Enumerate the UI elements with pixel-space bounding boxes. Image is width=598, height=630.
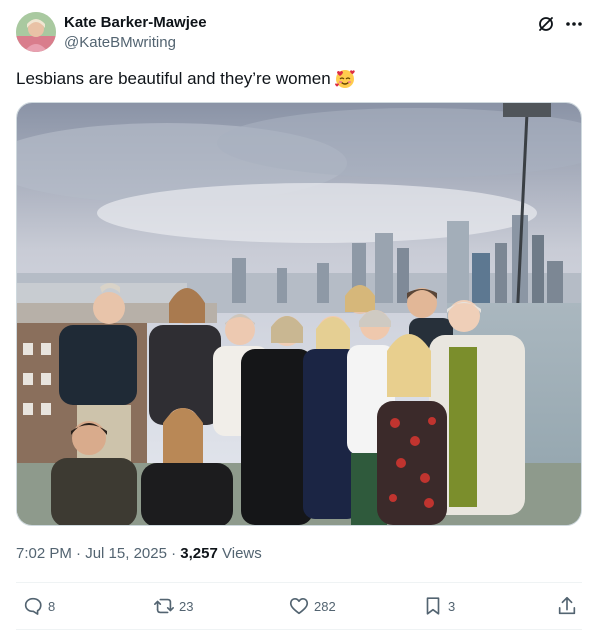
more-icon[interactable] (564, 14, 584, 34)
like-count: 282 (314, 598, 336, 614)
bookmark-button[interactable]: 3 (422, 594, 455, 618)
bookmark-count: 3 (448, 598, 456, 614)
grok-icon[interactable] (536, 14, 556, 34)
bookmark-icon (426, 597, 440, 615)
meta-separator: · (76, 545, 82, 562)
tweet-time[interactable]: 7:02 PM (16, 545, 72, 562)
repost-button[interactable]: 23 (153, 594, 193, 618)
tweet-photo[interactable] (16, 102, 582, 526)
tweet-meta: 7:02 PM · Jul 15, 2025 · 3,257 Views (16, 545, 262, 562)
tweet-text-content: Lesbians are beautiful and they’re women (16, 69, 331, 88)
action-bar: 8 23 282 3 (16, 594, 582, 618)
heart-icon (289, 598, 309, 615)
views-count: 3,257 (180, 545, 218, 562)
meta-separator: · (171, 545, 177, 562)
reply-button[interactable]: 8 (22, 594, 55, 618)
like-button[interactable]: 282 (288, 594, 336, 618)
avatar-image (16, 12, 56, 52)
display-name[interactable]: Kate Barker-Mawjee (64, 14, 207, 31)
share-button[interactable] (556, 594, 578, 618)
repost-icon (154, 598, 174, 614)
tweet-text: Lesbians are beautiful and they’re women (16, 67, 356, 90)
reply-icon (24, 597, 42, 615)
reply-count: 8 (48, 598, 56, 614)
share-icon (558, 596, 576, 615)
divider (16, 582, 582, 583)
tweet-date[interactable]: Jul 15, 2025 (85, 545, 167, 562)
views-label: Views (222, 545, 262, 562)
group-photo-image (17, 103, 581, 525)
repost-count: 23 (179, 598, 194, 614)
avatar[interactable] (16, 12, 56, 52)
tweet-header: Kate Barker-Mawjee @KateBMwriting (16, 12, 582, 56)
smiling-face-with-hearts-icon (334, 70, 355, 88)
user-handle[interactable]: @KateBMwriting (64, 34, 176, 51)
